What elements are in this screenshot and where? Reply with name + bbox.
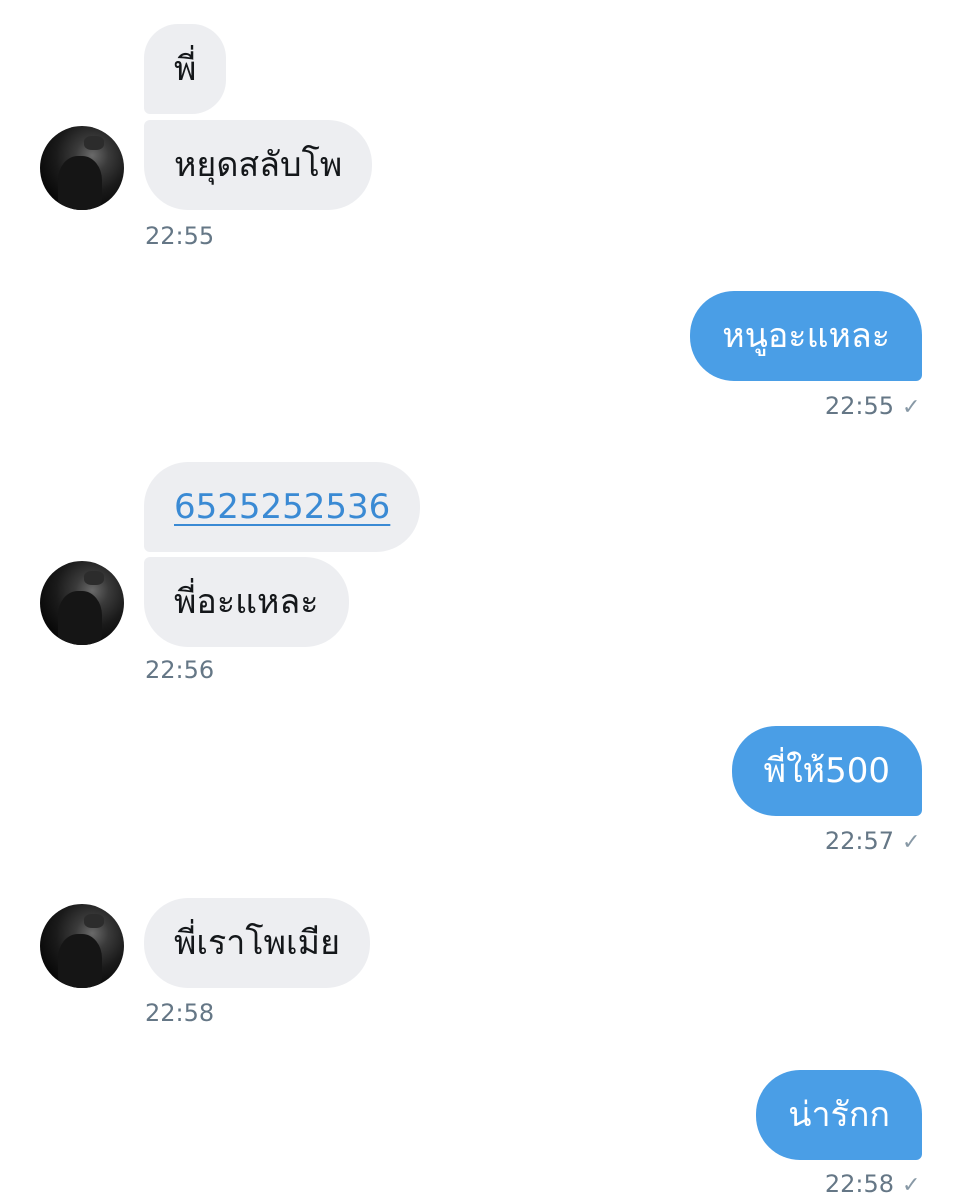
incoming-message-bubble[interactable]: 6525252536 <box>144 462 421 552</box>
message-text: พี่เราโพเมีย <box>174 923 341 963</box>
message-timestamp: 22:55 ✓ <box>825 392 922 420</box>
message-text: พี่ให้500 <box>763 751 890 791</box>
message-timestamp: 22:57 ✓ <box>825 827 922 855</box>
outgoing-message-bubble[interactable]: หนูอะแหละ <box>690 291 922 381</box>
timestamp-text: 22:58 <box>824 1170 894 1198</box>
message-text: พี่อะแหละ <box>174 582 319 622</box>
incoming-message-bubble[interactable]: หยุดสลับโพ <box>144 120 373 210</box>
sent-check-icon: ✓ <box>902 1173 921 1198</box>
message-timestamp: 22:55 <box>145 222 215 250</box>
message-timestamp: 22:58 <box>145 999 215 1027</box>
phone-number-link[interactable]: 6525252536 <box>174 487 390 527</box>
message-text: พี่ <box>174 49 197 89</box>
outgoing-message-bubble[interactable]: น่ารักก <box>756 1070 922 1160</box>
contact-avatar[interactable] <box>40 904 124 988</box>
message-timestamp: 22:58 ✓ <box>825 1170 922 1198</box>
incoming-message-bubble[interactable]: พี่เราโพเมีย <box>144 898 371 988</box>
timestamp-text: 22:55 <box>824 392 894 420</box>
contact-avatar[interactable] <box>40 561 124 645</box>
sent-check-icon: ✓ <box>902 395 921 420</box>
contact-avatar[interactable] <box>40 126 124 210</box>
message-timestamp: 22:56 <box>145 656 215 684</box>
sent-check-icon: ✓ <box>902 830 921 855</box>
message-text: น่ารักก <box>788 1095 890 1135</box>
timestamp-text: 22:57 <box>824 827 894 855</box>
message-text: หยุดสลับโพ <box>174 145 343 185</box>
incoming-message-bubble[interactable]: พี่อะแหละ <box>144 557 349 647</box>
message-text: หนูอะแหละ <box>722 316 890 356</box>
outgoing-message-bubble[interactable]: พี่ให้500 <box>731 726 922 816</box>
incoming-message-bubble[interactable]: พี่ <box>144 24 227 114</box>
